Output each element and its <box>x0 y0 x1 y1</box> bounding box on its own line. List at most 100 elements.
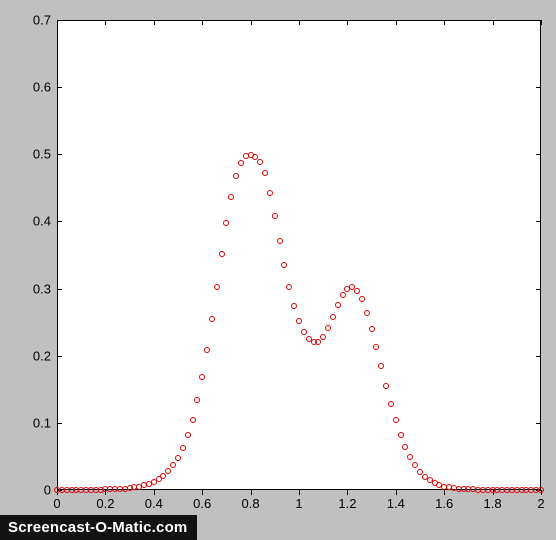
data-point <box>277 238 283 244</box>
x-tick <box>347 20 348 25</box>
x-tick <box>154 20 155 25</box>
data-point <box>238 160 244 166</box>
y-tick <box>57 154 62 155</box>
data-point <box>272 213 278 219</box>
data-point <box>228 194 234 200</box>
data-point <box>160 473 166 479</box>
x-tick-label: 2 <box>537 496 544 511</box>
data-point <box>369 326 375 332</box>
x-tick <box>444 20 445 25</box>
data-point <box>185 432 191 438</box>
data-point <box>330 314 336 320</box>
y-tick <box>536 423 541 424</box>
data-point <box>223 220 229 226</box>
y-tick <box>57 423 62 424</box>
data-point <box>340 292 346 298</box>
y-tick-label: 0.1 <box>27 415 51 430</box>
watermark-text: Screencast-O-Matic.com <box>8 519 187 536</box>
data-point <box>204 347 210 353</box>
data-point <box>209 316 215 322</box>
x-tick-label: 0.4 <box>145 496 163 511</box>
y-tick <box>536 87 541 88</box>
data-point <box>199 374 205 380</box>
data-point <box>233 173 239 179</box>
data-point <box>262 170 268 176</box>
y-tick <box>57 87 62 88</box>
data-point <box>320 334 326 340</box>
x-tick <box>396 490 397 495</box>
y-tick-label: 0.3 <box>27 281 51 296</box>
x-tick <box>202 490 203 495</box>
x-tick <box>202 20 203 25</box>
watermark-badge: Screencast-O-Matic.com <box>0 515 197 540</box>
data-point <box>180 445 186 451</box>
data-point <box>296 318 302 324</box>
data-point <box>281 262 287 268</box>
plot-area <box>57 20 541 490</box>
y-tick <box>57 221 62 222</box>
y-tick-label: 0.7 <box>27 13 51 28</box>
data-point <box>214 284 220 290</box>
y-tick <box>57 20 62 21</box>
x-tick-label: 0.6 <box>193 496 211 511</box>
data-point <box>315 339 321 345</box>
data-point <box>373 344 379 350</box>
data-point <box>407 454 413 460</box>
data-point <box>291 303 297 309</box>
data-point <box>219 251 225 257</box>
x-tick-label: 1.4 <box>387 496 405 511</box>
y-tick <box>536 221 541 222</box>
x-tick <box>251 20 252 25</box>
x-tick <box>541 20 542 25</box>
x-tick <box>105 20 106 25</box>
y-tick-label: 0.6 <box>27 80 51 95</box>
data-point <box>364 310 370 316</box>
data-point <box>170 462 176 468</box>
x-tick-label: 1.6 <box>435 496 453 511</box>
data-point <box>286 284 292 290</box>
data-point <box>388 401 394 407</box>
x-tick <box>251 490 252 495</box>
data-point <box>402 444 408 450</box>
data-point <box>267 190 273 196</box>
x-tick <box>299 20 300 25</box>
data-point <box>301 329 307 335</box>
y-tick <box>536 154 541 155</box>
y-tick-label: 0.2 <box>27 348 51 363</box>
y-tick <box>57 289 62 290</box>
x-tick <box>493 20 494 25</box>
x-tick <box>154 490 155 495</box>
x-tick-label: 0.8 <box>242 496 260 511</box>
y-tick-label: 0 <box>27 483 51 498</box>
x-tick <box>396 20 397 25</box>
data-point <box>175 455 181 461</box>
data-point <box>257 159 263 165</box>
data-point <box>354 288 360 294</box>
data-point <box>325 325 331 331</box>
data-point <box>383 383 389 389</box>
x-tick-label: 1.2 <box>338 496 356 511</box>
data-point <box>194 397 200 403</box>
data-point <box>190 417 196 423</box>
x-tick-label: 1 <box>295 496 302 511</box>
x-tick <box>444 490 445 495</box>
x-tick-label: 0.2 <box>96 496 114 511</box>
data-point <box>165 468 171 474</box>
data-point <box>538 487 544 493</box>
x-tick <box>299 490 300 495</box>
y-tick-label: 0.4 <box>27 214 51 229</box>
data-point <box>335 302 341 308</box>
y-tick <box>536 289 541 290</box>
data-point <box>398 432 404 438</box>
data-point <box>412 462 418 468</box>
data-point <box>378 363 384 369</box>
data-point <box>359 296 365 302</box>
y-tick <box>57 356 62 357</box>
y-tick-label: 0.5 <box>27 147 51 162</box>
x-tick-label: 1.8 <box>484 496 502 511</box>
y-tick <box>536 356 541 357</box>
data-point <box>393 417 399 423</box>
figure: Screencast-O-Matic.com 0 0.2 0.4 0.6 0.8 1 1.2… <box>0 0 556 540</box>
x-tick <box>347 490 348 495</box>
x-tick-label: 0 <box>53 496 60 511</box>
